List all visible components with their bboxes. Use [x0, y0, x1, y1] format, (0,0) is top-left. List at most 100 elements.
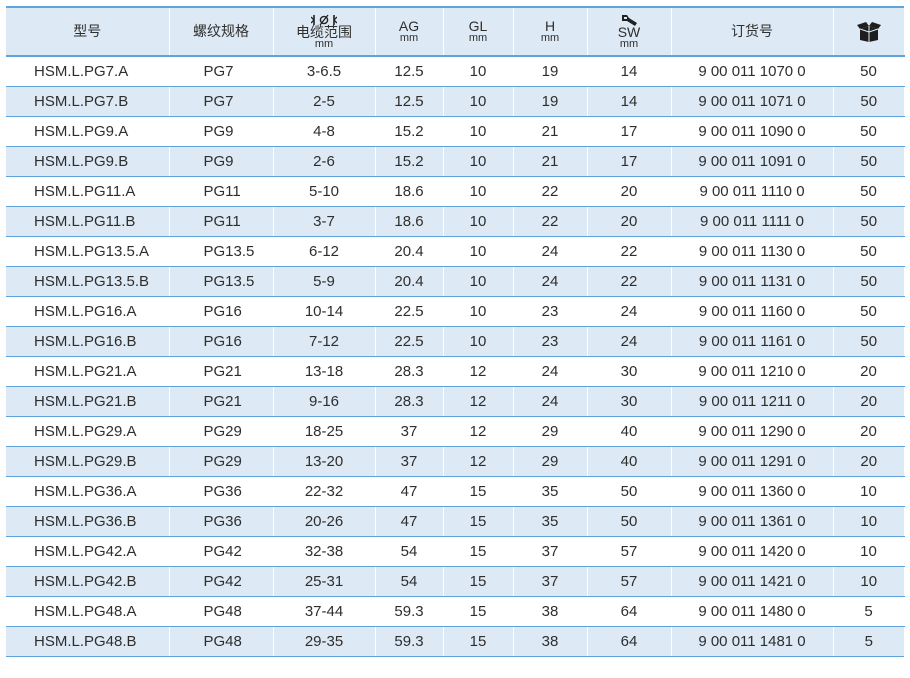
cell-gl: 12: [443, 446, 514, 477]
table-body: HSM.L.PG7.A PG7 3-6.5 12.5 10 19 14 9 00 011 10…: [6, 56, 905, 657]
cell-sw: 22: [587, 266, 672, 297]
cell-h: 24: [513, 266, 588, 297]
cell-thread: PG11: [169, 176, 274, 207]
cell-h: 24: [513, 236, 588, 267]
cell-ag: 37: [375, 416, 444, 447]
cell-ag: 22.5: [375, 296, 444, 327]
cell-thread: PG36: [169, 506, 274, 537]
cell-order-number: 9 00 011 1361 0: [671, 506, 834, 537]
cell-gl: 12: [443, 386, 514, 417]
cell-order-number: 9 00 011 1481 0: [671, 626, 834, 657]
cell-cable-range: 3-7: [273, 206, 376, 237]
cell-cable-range: 20-26: [273, 506, 376, 537]
cell-ag: 47: [375, 476, 444, 507]
cell-sw: 24: [587, 296, 672, 327]
cell-package-qty: 10: [833, 536, 905, 567]
cell-cable-range: 13-20: [273, 446, 376, 477]
cell-sw: 20: [587, 176, 672, 207]
cell-order-number: 9 00 011 1090 0: [671, 116, 834, 147]
table-row: HSM.L.PG11.B PG11 3-7 18.6 10 22 20 9 00 011 11…: [6, 206, 904, 237]
cell-gl: 10: [443, 266, 514, 297]
cell-order-number: 9 00 011 1480 0: [671, 596, 834, 627]
cell-sw: 40: [587, 446, 672, 477]
cell-sw: 50: [587, 476, 672, 507]
cell-h: 23: [513, 326, 588, 357]
cell-model: HSM.L.PG48.B: [6, 626, 170, 657]
table-row: HSM.L.PG13.5.B PG13.5 5-9 20.4 10 24 22 9 00 01…: [6, 266, 904, 297]
cell-package-qty: 50: [833, 146, 904, 177]
cell-thread: PG42: [169, 566, 274, 597]
cell-order-number: 9 00 011 1111 0: [671, 206, 834, 237]
table-row: HSM.L.PG9.A PG9 4-8 15.2 10 21 17 9 00 011 1090…: [6, 116, 905, 147]
table-row: HSM.L.PG7.A PG7 3-6.5 12.5 10 19 14 9 00 011 10…: [6, 56, 905, 87]
table-row: HSM.L.PG42.B PG42 25-31 54 15 37 57 9 00 011 14…: [6, 566, 904, 597]
cell-model: HSM.L.PG11.A: [6, 176, 170, 207]
cell-order-number: 9 00 011 1130 0: [671, 236, 834, 267]
cell-thread: PG7: [169, 56, 274, 87]
cell-model: HSM.L.PG29.B: [6, 446, 170, 477]
cell-thread: PG16: [169, 326, 274, 357]
cell-gl: 12: [443, 356, 514, 387]
table-row: HSM.L.PG9.B PG9 2-6 15.2 10 21 17 9 00 011 1091…: [6, 146, 904, 177]
cell-h: 19: [513, 86, 588, 117]
header-cable-range: 电缆范围 mm: [273, 6, 376, 57]
header-package-qty: [833, 6, 904, 57]
cell-gl: 10: [443, 176, 514, 207]
cell-order-number: 9 00 011 1071 0: [671, 86, 834, 117]
cell-sw: 14: [587, 86, 672, 117]
cell-sw: 50: [587, 506, 672, 537]
cell-order-number: 9 00 011 1421 0: [671, 566, 834, 597]
cell-ag: 15.2: [375, 146, 444, 177]
cell-model: HSM.L.PG21.A: [6, 356, 170, 387]
cell-ag: 20.4: [375, 266, 444, 297]
cell-package-qty: 50: [833, 266, 904, 297]
table-row: HSM.L.PG42.A PG42 32-38 54 15 37 57 9 00 011 14…: [6, 536, 905, 567]
header-gl: GL mm: [443, 6, 514, 57]
cell-cable-range: 29-35: [273, 626, 376, 657]
cell-sw: 17: [587, 146, 672, 177]
cell-order-number: 9 00 011 1160 0: [671, 296, 834, 327]
cell-cable-range: 18-25: [273, 416, 376, 447]
cell-sw: 20: [587, 206, 672, 237]
cell-gl: 10: [443, 56, 514, 87]
cell-package-qty: 10: [833, 566, 904, 597]
header-model: 型号: [6, 6, 170, 57]
cell-thread: PG36: [169, 476, 274, 507]
cell-thread: PG21: [169, 386, 274, 417]
cell-model: HSM.L.PG7.A: [6, 56, 170, 87]
table-row: HSM.L.PG21.A PG21 13-18 28.3 12 24 30 9 00 011 …: [6, 356, 905, 387]
cell-gl: 12: [443, 416, 514, 447]
cell-model: HSM.L.PG29.A: [6, 416, 170, 447]
cell-cable-range: 9-16: [273, 386, 376, 417]
table-row: HSM.L.PG36.A PG36 22-32 47 15 35 50 9 00 011 13…: [6, 476, 905, 507]
cell-order-number: 9 00 011 1211 0: [671, 386, 834, 417]
cell-h: 22: [513, 176, 588, 207]
cell-cable-range: 13-18: [273, 356, 376, 387]
cell-thread: PG48: [169, 626, 274, 657]
table-row: HSM.L.PG16.A PG16 10-14 22.5 10 23 24 9 00 011 …: [6, 296, 905, 327]
cell-thread: PG13.5: [169, 266, 274, 297]
cell-model: HSM.L.PG21.B: [6, 386, 170, 417]
cell-h: 37: [513, 536, 588, 567]
cell-sw: 30: [587, 356, 672, 387]
table-row: HSM.L.PG7.B PG7 2-5 12.5 10 19 14 9 00 011 1071…: [6, 86, 904, 117]
cell-model: HSM.L.PG9.B: [6, 146, 170, 177]
cell-sw: 64: [587, 626, 672, 657]
cell-sw: 64: [587, 596, 672, 627]
cell-package-qty: 50: [833, 86, 904, 117]
cell-sw: 57: [587, 566, 672, 597]
cell-package-qty: 50: [833, 56, 905, 87]
cell-cable-range: 22-32: [273, 476, 376, 507]
cell-package-qty: 10: [833, 506, 904, 537]
table-row: HSM.L.PG36.B PG36 20-26 47 15 35 50 9 00 011 13…: [6, 506, 904, 537]
cell-sw: 24: [587, 326, 672, 357]
cell-cable-range: 5-9: [273, 266, 376, 297]
cell-model: HSM.L.PG11.B: [6, 206, 170, 237]
cell-gl: 10: [443, 296, 514, 327]
table-row: HSM.L.PG29.B PG29 13-20 37 12 29 40 9 00 011 12…: [6, 446, 904, 477]
cell-sw: 17: [587, 116, 672, 147]
cell-h: 38: [513, 596, 588, 627]
cell-cable-range: 5-10: [273, 176, 376, 207]
cell-package-qty: 20: [833, 416, 905, 447]
cell-package-qty: 5: [833, 626, 904, 657]
